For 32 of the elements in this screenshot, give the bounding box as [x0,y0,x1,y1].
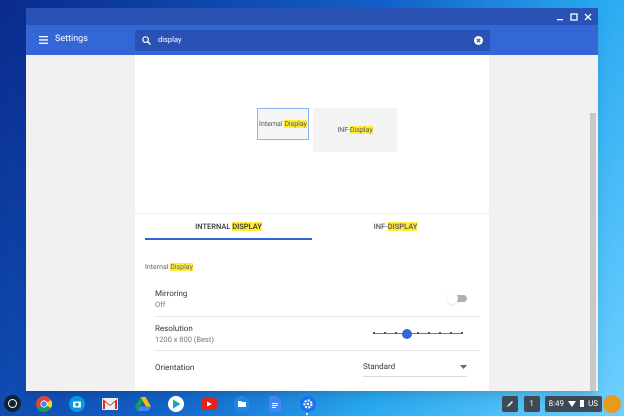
folder-icon[interactable] [234,396,250,412]
maximize-icon[interactable] [570,12,578,20]
play-icon[interactable] [168,396,184,412]
status-tray[interactable]: 8:49 US [544,396,602,412]
clear-icon[interactable] [474,36,483,44]
gear-icon[interactable] [300,396,316,412]
launcher-button[interactable] [4,395,21,412]
window-title: Settings [55,33,89,46]
wifi-icon [568,400,576,406]
menu-icon[interactable] [39,36,48,44]
close-icon[interactable] [584,12,592,20]
triangle-icon[interactable] [134,396,150,410]
document-icon[interactable] [268,396,280,412]
clock-text: 8:49 [548,398,564,410]
toggle-switch[interactable] [447,293,467,305]
stylus-button[interactable] [502,396,518,412]
orientation-dropdown[interactable]: Standard [363,358,467,376]
resolution-slider[interactable] [373,328,463,338]
desk-button[interactable]: 1 [524,396,540,412]
envelope-icon[interactable] [102,398,118,410]
setting-label: Orientation [155,362,194,373]
camera-icon[interactable] [68,396,84,412]
pen-icon [506,400,514,408]
keyboard-layout-text: US [588,398,598,410]
browser-icon[interactable] [36,396,52,412]
setting-label: Mirroring [155,288,188,299]
search-icon [142,36,151,44]
video-icon[interactable] [200,398,216,410]
caret-icon [460,365,467,369]
setting-label: Resolution [155,322,194,334]
battery-icon [580,400,584,407]
scrollbar[interactable] [590,113,596,391]
